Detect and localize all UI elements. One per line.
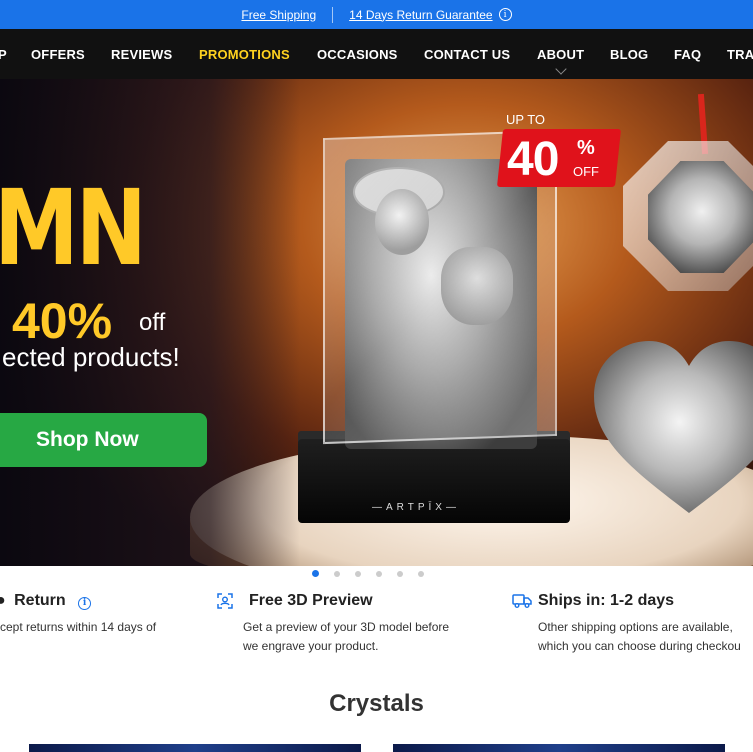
nav-item-reviews[interactable]: REVIEWS bbox=[111, 47, 172, 62]
info-circle-icon[interactable]: i bbox=[78, 596, 92, 610]
nav-item-blog[interactable]: BLOG bbox=[610, 47, 648, 62]
nav-item-contact-us[interactable]: CONTACT US bbox=[424, 47, 510, 62]
user-scan-icon bbox=[217, 593, 233, 609]
carousel-dot-2[interactable] bbox=[334, 570, 340, 577]
return-feature-desc: cept returns within 14 days of bbox=[0, 620, 157, 634]
main-nav: P OFFERS REVIEWS PROMOTIONS OCCASIONS CO… bbox=[0, 29, 753, 79]
carousel-dot-5[interactable] bbox=[397, 570, 403, 577]
promo-bar: Free Shipping 14 Days Return Guarantee i bbox=[0, 0, 753, 29]
ships-feature-desc-1: Other shipping options are available, bbox=[538, 620, 733, 634]
truck-icon bbox=[512, 594, 532, 608]
nav-item-about[interactable]: ABOUT bbox=[537, 47, 584, 62]
badge-number: 40 bbox=[507, 133, 559, 186]
brand-logo: —ARTPĪX— bbox=[372, 502, 460, 513]
nav-item-occasions[interactable]: OCCASIONS bbox=[317, 47, 398, 62]
ships-feature-title: Ships in: 1-2 days bbox=[538, 592, 675, 609]
badge-off: OFF bbox=[573, 164, 599, 179]
hero-subline: ected products! bbox=[2, 342, 180, 372]
hero-banner[interactable]: —ARTPĪX— UP TO 40 % OFF MN 40% off ected… bbox=[0, 79, 753, 566]
nav-item-shop[interactable]: P bbox=[0, 47, 7, 62]
product-card[interactable] bbox=[29, 744, 361, 752]
carousel-dot-3[interactable] bbox=[355, 570, 361, 577]
badge-upto: UP TO bbox=[506, 112, 546, 127]
chevron-down-icon bbox=[555, 63, 567, 75]
carousel-dot-1[interactable] bbox=[312, 570, 319, 577]
carousel-dot-6[interactable] bbox=[418, 570, 424, 577]
return-feature-title-wrap: ● Return i bbox=[0, 592, 92, 610]
preview-feature-desc-2: we engrave your product. bbox=[243, 639, 379, 653]
family-photo bbox=[594, 341, 753, 521]
return-feature-title: Return bbox=[14, 592, 66, 609]
preview-feature-title: Free 3D Preview bbox=[249, 592, 373, 609]
heart-crystal bbox=[594, 341, 753, 521]
nav-item-faq[interactable]: FAQ bbox=[674, 47, 701, 62]
carousel-dot-4[interactable] bbox=[376, 570, 382, 577]
return-guarantee-link[interactable]: 14 Days Return Guarantee bbox=[349, 8, 492, 22]
carousel-dots bbox=[312, 570, 424, 577]
nav-item-offers[interactable]: OFFERS bbox=[31, 47, 85, 62]
hero-headline: MN bbox=[0, 167, 147, 289]
section-title: Crystals bbox=[329, 690, 424, 717]
shop-now-button[interactable]: Shop Now bbox=[0, 413, 207, 467]
product-card[interactable] bbox=[393, 744, 725, 752]
promo-divider bbox=[332, 6, 334, 23]
badge-percent: % bbox=[577, 137, 595, 159]
free-shipping-link[interactable]: Free Shipping bbox=[241, 8, 316, 22]
ships-feature-desc-2: which you can choose during checkou bbox=[538, 639, 741, 653]
return-guarantee: 14 Days Return Guarantee i bbox=[349, 8, 512, 22]
nav-item-promotions[interactable]: PROMOTIONS bbox=[199, 47, 290, 62]
hero-off: off bbox=[139, 309, 166, 336]
preview-feature-desc-1: Get a preview of your 3D model before bbox=[243, 620, 450, 634]
nav-item-track[interactable]: TRA bbox=[727, 47, 753, 62]
info-circle-icon[interactable]: i bbox=[498, 8, 512, 21]
